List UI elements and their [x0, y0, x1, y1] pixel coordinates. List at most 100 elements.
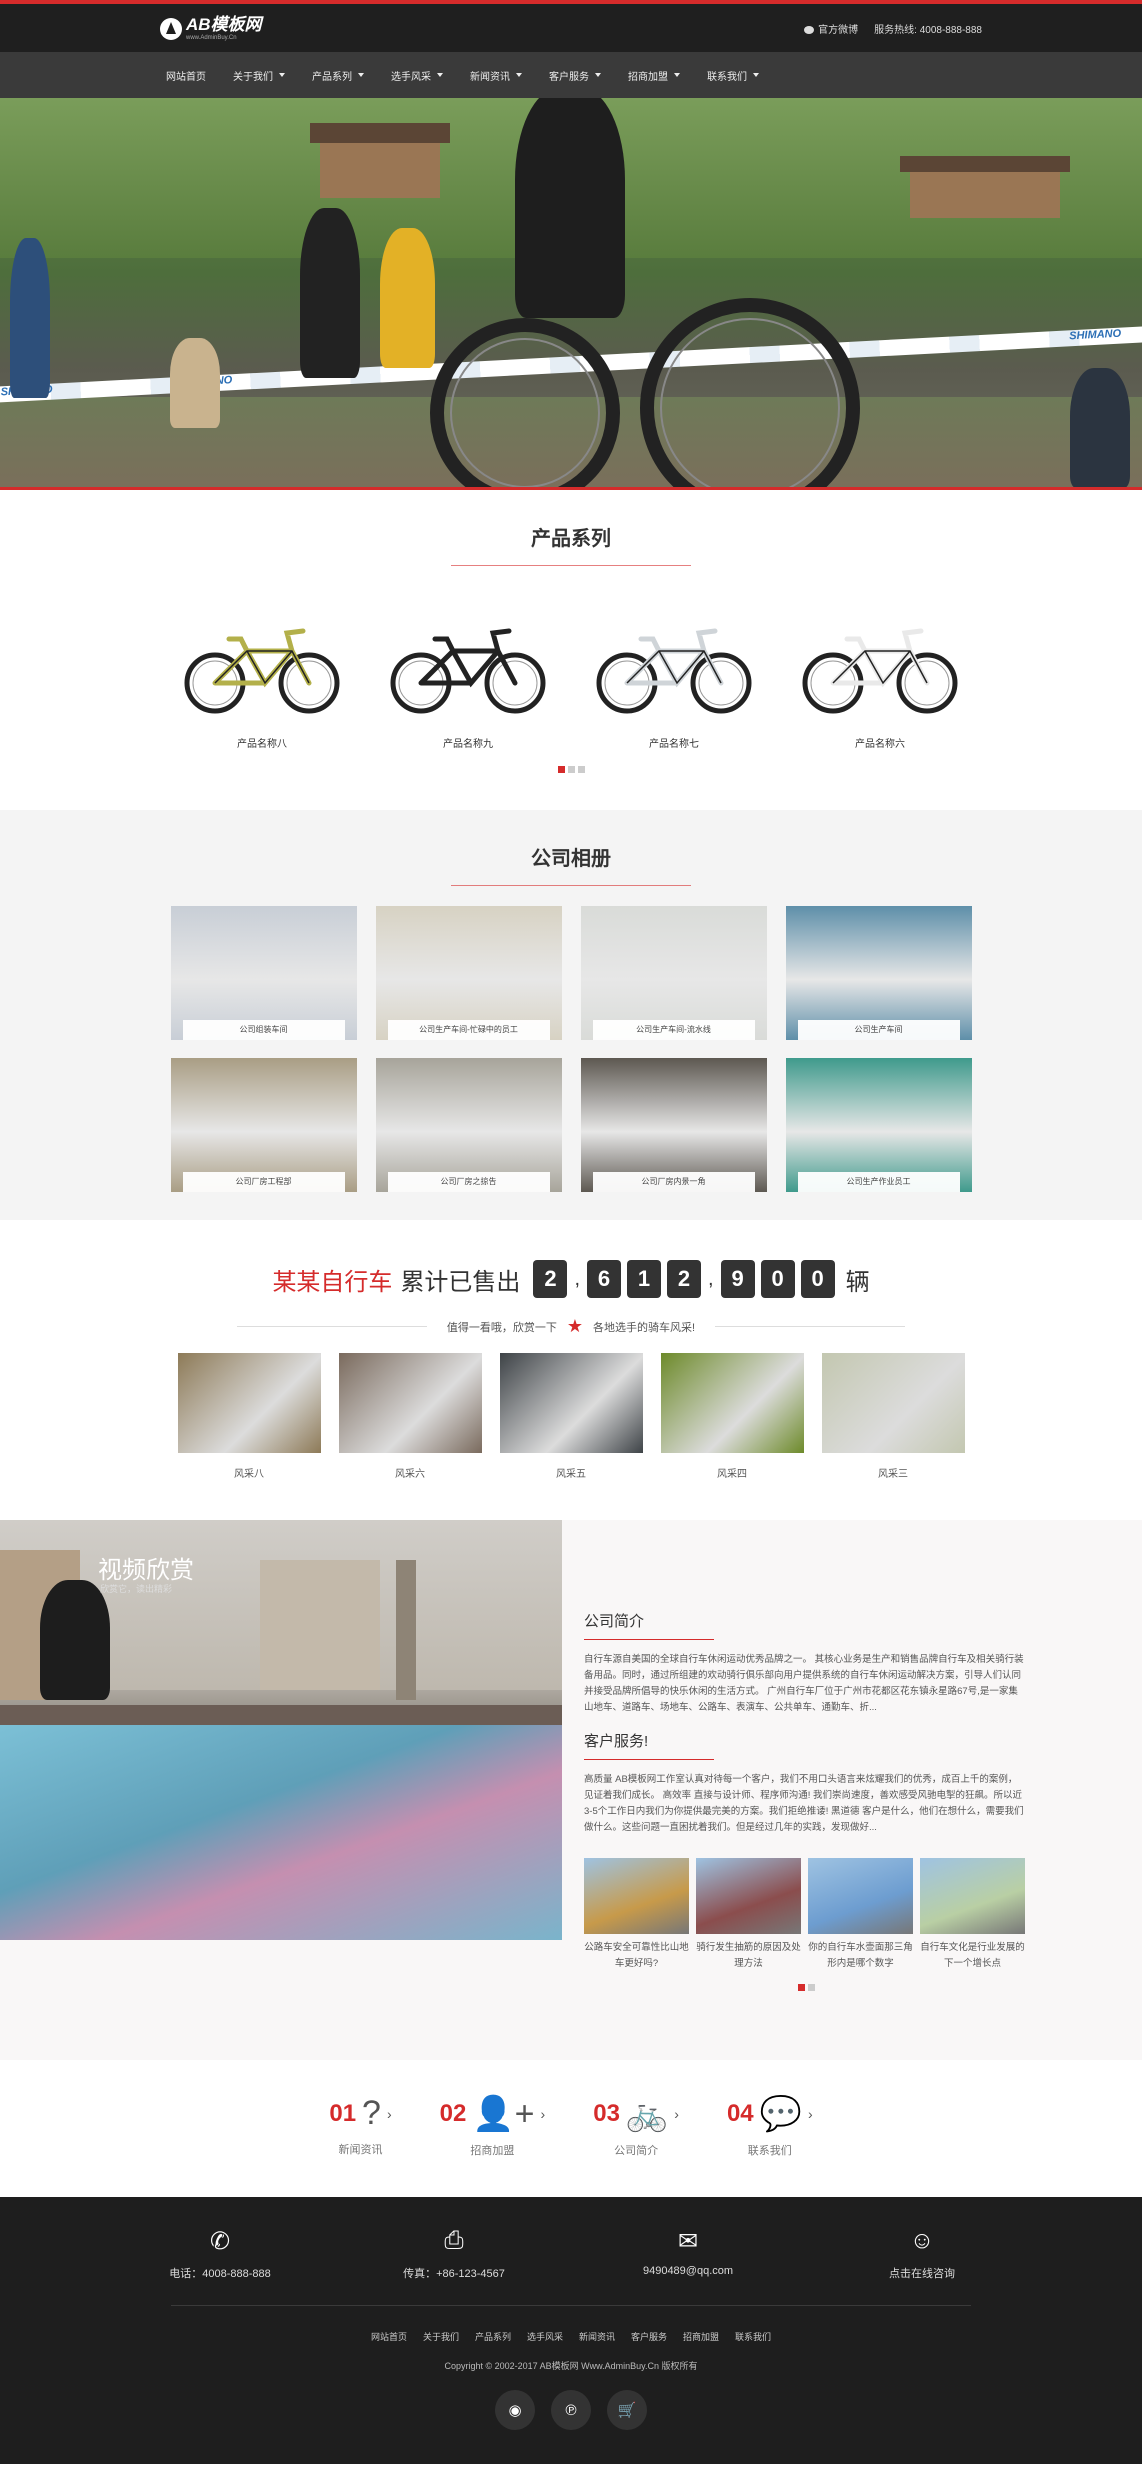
nav-item[interactable]: 选手风采 — [391, 68, 443, 83]
counter-digit: 2 — [533, 1260, 568, 1298]
logo-icon — [160, 17, 182, 40]
chevron-down-icon — [753, 73, 759, 77]
nav-item-label: 招商加盟 — [628, 71, 668, 83]
album-photo[interactable]: 公司生产车间-忙碌中的员工 — [375, 906, 562, 1040]
footer-link[interactable]: 联系我们 — [735, 2330, 771, 2343]
printer-icon: ⎙ — [444, 2227, 464, 2254]
news-card[interactable]: 你的自行车水壶面那三角形内是哪个数字 — [808, 1858, 913, 1972]
album-photo[interactable]: 公司厂房内景一角 — [580, 1058, 767, 1192]
cart-icon[interactable]: 🛒 — [607, 2390, 647, 2430]
weibo-link[interactable]: 官方微博 — [804, 21, 858, 36]
nav-item[interactable]: 关于我们 — [233, 68, 285, 83]
footer-link[interactable]: 选手风采 — [527, 2330, 563, 2343]
footer-link[interactable]: 客户服务 — [631, 2330, 667, 2343]
company-intro: 公司简介 自行车源自美国的全球自行车休闲运动优秀品牌之一。 其核心业务是生产和销… — [562, 1520, 1142, 2060]
tape-text: SHIMANO — [1068, 327, 1122, 343]
nav-item-label: 关于我们 — [233, 71, 273, 83]
chevron-right-icon: › — [386, 2105, 392, 2122]
rider-card[interactable]: 风采五 — [499, 1353, 643, 1480]
footer-link[interactable]: 新闻资讯 — [579, 2330, 615, 2343]
hero-banner[interactable]: SHIMANO SHIMANO SHIMANO — [0, 98, 1142, 490]
nav-item-label: 联系我们 — [707, 71, 747, 83]
nav-item[interactable]: 网站首页 — [166, 68, 206, 83]
service-text: 高质量 AB模板网工作室认真对待每一个客户，我们不用口头语言来炫耀我们的优秀，成… — [584, 1774, 1024, 1833]
stats-section: 某某自行车 累计已售出 2,612,900辆 值得一看哦，欣赏一下 ★ 各地选手… — [0, 1220, 1142, 1520]
video-intro-section: 视频欣赏 欣赏它，读出精彩 公司简介 自行车源自美国的全球自行车休闲运动优秀品牌… — [0, 1520, 1142, 2060]
counter-digit: 9 — [720, 1260, 755, 1298]
album-photo[interactable]: 公司生产车间 — [785, 906, 972, 1040]
bicycle-icon: 🚲 — [625, 2095, 669, 2133]
carousel-dot[interactable] — [798, 1984, 805, 1991]
album-caption: 公司厂房之掠告 — [387, 1172, 550, 1192]
hotline: 服务热线: 4008-888-888 — [874, 25, 982, 36]
question-icon: ? — [362, 2094, 381, 2132]
pinterest-icon[interactable]: ℗ — [551, 2390, 591, 2430]
nav-item[interactable]: 客户服务 — [549, 68, 601, 83]
weibo-icon[interactable]: ◉ — [495, 2390, 535, 2430]
weibo-icon — [804, 26, 815, 35]
album-title: 公司相册 — [531, 848, 611, 870]
nav-item[interactable]: 新闻资讯 — [470, 68, 522, 83]
footer-link[interactable]: 关于我们 — [423, 2330, 459, 2343]
carousel-dot[interactable] — [557, 766, 565, 773]
nav-item[interactable]: 联系我们 — [707, 68, 759, 83]
video-player[interactable]: 视频欣赏 欣赏它，读出精彩 — [0, 1520, 562, 1940]
footer-contact[interactable]: ⎙ 传真：+86-123-4567 — [384, 2227, 524, 2281]
rider-card[interactable]: 风采四 — [660, 1353, 804, 1480]
nav-item[interactable]: 产品系列 — [312, 68, 364, 83]
product-image — [383, 611, 553, 721]
chevron-right-icon: › — [674, 2106, 679, 2122]
rider-card[interactable]: 风采三 — [821, 1353, 965, 1480]
carousel-dot[interactable] — [577, 766, 585, 773]
news-image — [808, 1858, 913, 1934]
product-card[interactable]: 产品名称九 — [383, 611, 553, 750]
album-photo[interactable]: 公司生产作业员工 — [785, 1058, 972, 1192]
news-title: 你的自行车水壶面那三角形内是哪个数字 — [808, 1942, 913, 1969]
rider-label: 风采八 — [234, 1469, 264, 1480]
news-title: 骑行发生抽筋的原因及处理方法 — [696, 1942, 801, 1969]
digit-separator: , — [708, 1267, 714, 1290]
footer-link[interactable]: 招商加盟 — [683, 2330, 719, 2343]
footer-contact[interactable]: ✉ 9490489@qq.com — [618, 2227, 758, 2281]
carousel-dot[interactable] — [567, 766, 575, 773]
weibo-label: 官方微博 — [818, 25, 859, 36]
album-photo[interactable]: 公司厂房工程部 — [170, 1058, 357, 1192]
quick-link-number: 03 — [593, 2100, 620, 2127]
rider-card[interactable]: 风采八 — [177, 1353, 321, 1480]
rider-image — [177, 1353, 321, 1453]
album-caption: 公司生产车间-流水线 — [592, 1020, 755, 1040]
rider-label: 风采三 — [878, 1469, 908, 1480]
site-logo[interactable]: AB模板网 www.AdminBuy.Cn — [160, 16, 262, 41]
product-name: 产品名称八 — [237, 739, 287, 750]
album-photo[interactable]: 公司厂房之掠告 — [375, 1058, 562, 1192]
quick-link[interactable]: 03 🚲 › 公司简介 — [593, 2094, 679, 2197]
news-card[interactable]: 自行车文化是行业发展的下一个增长点 — [920, 1858, 1025, 1972]
product-card[interactable]: 产品名称八 — [177, 611, 347, 750]
news-card[interactable]: 公路车安全可靠性比山地车更好吗? — [584, 1858, 689, 1972]
quick-link[interactable]: 04 💬 › 联系我们 — [727, 2094, 813, 2197]
mail-icon: ✉ — [677, 2228, 699, 2255]
counter-unit: 辆 — [845, 1268, 870, 1296]
video-title: 视频欣赏 — [98, 1557, 194, 1584]
nav-item[interactable]: 招商加盟 — [628, 68, 680, 83]
album-photo[interactable]: 公司组装车间 — [170, 906, 357, 1040]
nav-item-label: 选手风采 — [391, 71, 431, 83]
phone-icon: ✆ — [209, 2228, 231, 2255]
rider-card[interactable]: 风采六 — [338, 1353, 482, 1480]
quick-link[interactable]: 02 👤+ › 招商加盟 — [440, 2094, 546, 2197]
logo-name: AB模板网 — [186, 15, 262, 34]
footer-contact[interactable]: ☺ 点击在线咨询 — [852, 2227, 992, 2281]
product-card[interactable]: 产品名称七 — [589, 611, 759, 750]
quick-link-number: 04 — [726, 2100, 754, 2127]
quick-link[interactable]: 01? › 新闻资讯 — [329, 2094, 391, 2197]
carousel-dots — [0, 766, 1142, 773]
news-card[interactable]: 骑行发生抽筋的原因及处理方法 — [696, 1858, 801, 1972]
product-card[interactable]: 产品名称六 — [795, 611, 965, 750]
album-photo[interactable]: 公司生产车间-流水线 — [580, 906, 767, 1040]
counter-digit: 2 — [667, 1260, 701, 1298]
album-caption: 公司生产车间-忙碌中的员工 — [387, 1020, 550, 1040]
carousel-dot[interactable] — [808, 1984, 815, 1991]
footer-link[interactable]: 网站首页 — [371, 2330, 407, 2343]
footer-contact[interactable]: ✆ 电话：4008-888-888 — [150, 2227, 290, 2281]
footer-link[interactable]: 产品系列 — [475, 2330, 511, 2343]
